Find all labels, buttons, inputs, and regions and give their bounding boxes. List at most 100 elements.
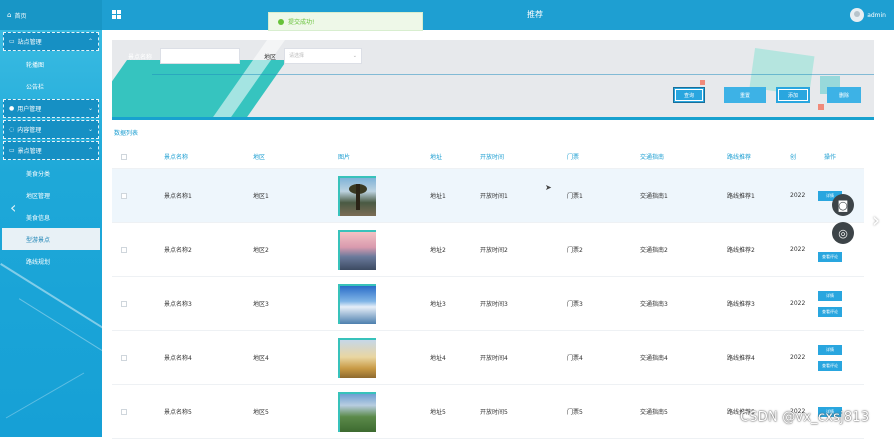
sidebar-item-scenic[interactable]: 型游景点: [2, 228, 100, 250]
cell-open-time: 开放时间5: [480, 409, 508, 416]
sidebar-group-site[interactable]: ▭ 站点管理 ⌃: [3, 32, 99, 51]
cell-name: 景点名称4: [164, 355, 192, 362]
name-search-input[interactable]: [160, 48, 240, 64]
cell-name: 景点名称3: [164, 301, 192, 308]
cell-ticket: 门票3: [567, 301, 583, 308]
select-all-checkbox[interactable]: [121, 153, 127, 160]
table-row[interactable]: 景点名称2 地区2 地址2 开放时间2 门票2 交通指南2 路线推荐2 2022…: [112, 223, 864, 277]
cell-address: 地址4: [430, 355, 446, 362]
grid-icon[interactable]: [112, 10, 121, 19]
cell-route: 路线推荐4: [727, 355, 755, 362]
delete-button[interactable]: 删除: [827, 87, 861, 103]
sidebar-group-content[interactable]: ◌ 内容管理 ⌄: [3, 120, 99, 139]
header-name: 景点名称: [164, 154, 189, 161]
reset-button[interactable]: 重置: [724, 87, 766, 103]
row-checkbox[interactable]: [121, 300, 127, 307]
cell-address: 地址5: [430, 409, 446, 416]
table-row[interactable]: 景点名称4 地区4 地址4 开放时间4 门票4 交通指南4 路线推荐4 2022…: [112, 331, 864, 385]
cell-area: 地区5: [253, 409, 269, 416]
sidebar: ⌂ 首页 ▭ 站点管理 ⌃ 轮播图 公告栏 ● 用户管理 ⌄ ◌ 内容管理 ⌄ ▭ 景点…: [0, 0, 102, 437]
header-ticket: 门票: [567, 154, 580, 161]
row-select-cell[interactable]: [112, 354, 136, 361]
cell-area: 地区1: [253, 193, 269, 200]
cell-created: 2022: [790, 300, 806, 307]
scenic-photo[interactable]: [338, 229, 376, 270]
header-route: 路线推荐: [727, 154, 752, 161]
cell-ticket: 门票5: [567, 409, 583, 416]
row-checkbox[interactable]: [121, 192, 127, 199]
cell-name: 景点名称5: [164, 409, 192, 416]
cell-area: 地区3: [253, 301, 269, 308]
cell-name: 景点名称2: [164, 247, 192, 254]
chevron-left-icon[interactable]: ‹: [10, 198, 16, 217]
scenic-photo[interactable]: [338, 283, 376, 324]
target-icon[interactable]: ◎: [832, 222, 854, 244]
row-select-cell[interactable]: [112, 192, 136, 199]
sidebar-home[interactable]: ⌂ 首页: [0, 0, 102, 30]
cell-address: 地址2: [430, 247, 446, 254]
scenic-photo[interactable]: [338, 391, 376, 432]
cell-route: 路线推荐3: [727, 301, 755, 308]
user-menu[interactable]: admin: [850, 8, 886, 22]
table-row[interactable]: 景点名称1 地区1 地址1 开放时间1 门票1 交通指南1 路线推荐1 2022…: [112, 169, 864, 223]
row-checkbox[interactable]: [121, 246, 127, 253]
sidebar-group-label: 内容管理: [17, 127, 42, 134]
toast-message: 提交成功!: [288, 19, 315, 26]
header-address: 地址: [430, 154, 443, 161]
region-placeholder: 请选择: [289, 53, 305, 59]
cell-traffic: 交通指南4: [640, 355, 668, 362]
camera-icon[interactable]: ◙: [832, 194, 854, 216]
cell-created: 2022: [790, 354, 806, 361]
header-operation: 操作: [823, 154, 836, 161]
success-toast: 提交成功!: [268, 12, 423, 31]
sidebar-item-notice[interactable]: 公告栏: [0, 75, 102, 97]
chevron-right-icon[interactable]: ›: [872, 208, 880, 232]
add-button[interactable]: 添加: [776, 87, 810, 103]
monitor-icon: ▭: [9, 147, 15, 154]
sidebar-group-label: 站点管理: [17, 39, 42, 46]
scenic-photo[interactable]: [338, 175, 376, 216]
banner-decoration: [818, 104, 824, 110]
cell-route: 路线推荐1: [727, 193, 755, 200]
topbar: 推荐 admin: [102, 0, 894, 30]
cell-area: 地区2: [253, 247, 269, 254]
sidebar-item-carousel[interactable]: 轮播图: [0, 53, 102, 75]
table-row[interactable]: 景点名称3 地区3 地址3 开放时间3 门票3 交通指南3 路线推荐3 2022…: [112, 277, 864, 331]
row-checkbox[interactable]: [121, 354, 127, 361]
cell-route: 路线推荐2: [727, 247, 755, 254]
region-select[interactable]: 请选择 ⌄: [284, 48, 362, 64]
row-select-cell[interactable]: [112, 300, 136, 307]
sidebar-group-scenic[interactable]: ▭ 景点管理 ⌃: [3, 141, 99, 160]
sidebar-item-food-category[interactable]: 美食分类: [0, 162, 102, 184]
table-header: 景点名称 地区 图片 地址 开放时间 门票 交通指南 路线推荐 创 操作: [112, 145, 864, 169]
sidebar-decoration: [18, 298, 102, 363]
row-checkbox[interactable]: [121, 408, 127, 415]
header-area: 地区: [253, 154, 266, 161]
query-button[interactable]: 查询: [673, 87, 705, 103]
sidebar-item-label: 轮播图: [26, 61, 45, 69]
cell-open-time: 开放时间1: [480, 193, 508, 200]
cell-picture: [308, 391, 390, 432]
sidebar-group-label: 景点管理: [17, 148, 42, 155]
search-banner: 景点名称 地区 请选择 ⌄ 查询 重置 添加 删除: [112, 40, 874, 120]
banner-bottom-bar: [112, 117, 874, 120]
home-icon: ⌂: [7, 11, 12, 19]
avatar: [850, 8, 865, 22]
row-select-cell[interactable]: [112, 408, 136, 415]
cell-name: 景点名称1: [164, 193, 192, 200]
sidebar-item-label: 美食分类: [26, 170, 51, 178]
sidebar-item-label: 公告栏: [26, 83, 45, 91]
sidebar-group-users[interactable]: ● 用户管理 ⌄: [3, 99, 99, 118]
cell-traffic: 交通指南5: [640, 409, 668, 416]
sidebar-item-route[interactable]: 路线规划: [0, 250, 102, 272]
scenic-photo[interactable]: [338, 337, 376, 378]
floating-toolbar: ◙ ◎: [822, 186, 864, 432]
cell-created: 2022: [790, 246, 806, 253]
mouse-cursor-icon: ➤: [545, 183, 552, 192]
cell-open-time: 开放时间3: [480, 301, 508, 308]
cell-picture: [308, 229, 390, 270]
cell-address: 地址1: [430, 193, 446, 200]
row-select-cell[interactable]: [112, 246, 136, 253]
select-all-cell[interactable]: [112, 153, 136, 160]
cell-picture: [308, 337, 390, 378]
